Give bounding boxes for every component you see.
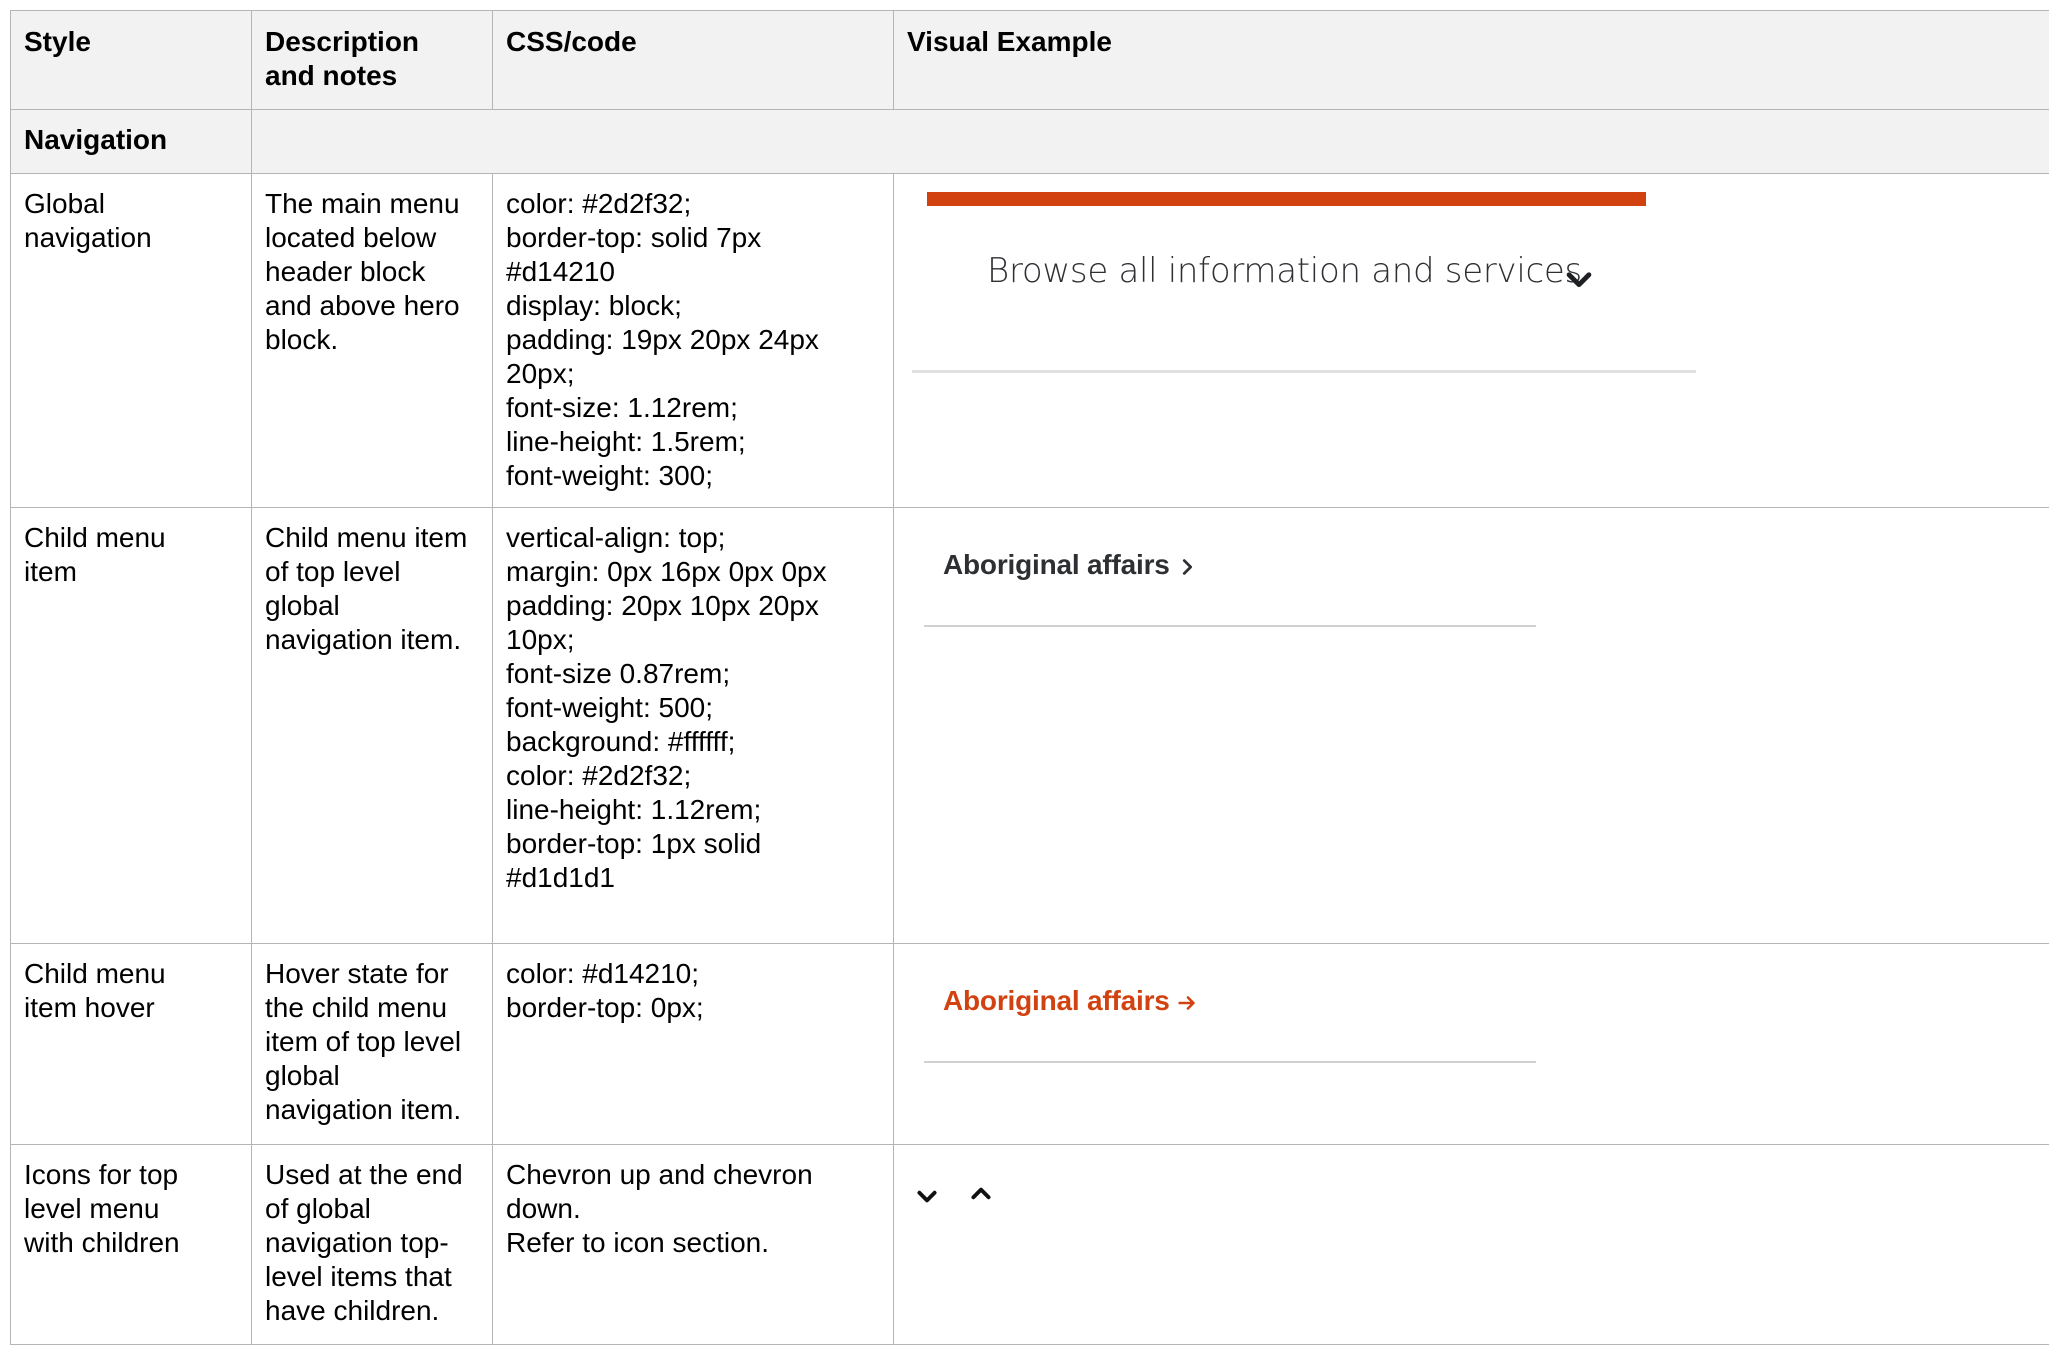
style-cell: Global navigation: [11, 174, 252, 508]
header-css: CSS/code: [493, 11, 894, 110]
css-cell: vertical-align: top; margin: 0px 16px 0p…: [493, 508, 894, 944]
style-cell: Child menu item: [11, 508, 252, 944]
arrow-right-icon: [1176, 992, 1198, 1014]
header-visual-example: Visual Example: [894, 11, 2049, 110]
child-menu-divider: [924, 625, 1536, 627]
description-cell: Used at the end of global navigation top…: [252, 1145, 493, 1345]
child-menu-item-label[interactable]: Aboriginal affairs: [943, 548, 1170, 582]
table-row: Child menu item Child menu item of top l…: [11, 508, 2049, 944]
global-nav-accent-bar: [927, 192, 1646, 206]
child-menu-item-hover-label[interactable]: Aboriginal affairs: [943, 984, 1170, 1018]
table-row: Global navigation The main menu located …: [11, 174, 2049, 508]
child-menu-divider: [924, 1061, 1536, 1063]
section-filler: [252, 110, 2049, 174]
description-cell: Hover state for the child menu item of t…: [252, 944, 493, 1145]
style-cell: Icons for top level menu with children: [11, 1145, 252, 1345]
description-cell: Child menu item of top level global navi…: [252, 508, 493, 944]
section-title: Navigation: [11, 110, 252, 174]
global-nav-label[interactable]: Browse all information and services: [987, 254, 1582, 288]
header-description: Description and notes: [252, 11, 493, 110]
header-style: Style: [11, 11, 252, 110]
description-cell: The main menu located below header block…: [252, 174, 493, 508]
visual-example-cell: Browse all information and services: [894, 174, 2049, 508]
section-row: Navigation: [11, 110, 2049, 174]
css-cell: Chevron up and chevron down. Refer to ic…: [493, 1145, 894, 1345]
header-row: Style Description and notes CSS/code Vis…: [11, 11, 2049, 110]
visual-example-cell: [894, 1145, 2049, 1345]
chevron-down-icon: [1562, 262, 1596, 296]
table-row: Icons for top level menu with children U…: [11, 1145, 2049, 1345]
chevron-down-icon: [914, 1183, 940, 1209]
style-cell: Child menu item hover: [11, 944, 252, 1145]
table-row: Child menu item hover Hover state for th…: [11, 944, 2049, 1145]
global-nav-divider: [912, 370, 1696, 373]
chevron-up-icon: [968, 1181, 994, 1207]
css-cell: color: #d14210; border-top: 0px;: [493, 944, 894, 1145]
chevron-right-icon: [1176, 556, 1198, 578]
visual-example-cell: Aboriginal affairs: [894, 508, 2049, 944]
visual-example-cell: Aboriginal affairs: [894, 944, 2049, 1145]
css-cell: color: #2d2f32; border-top: solid 7px #d…: [493, 174, 894, 508]
style-guide-table: Style Description and notes CSS/code Vis…: [10, 10, 2049, 1345]
